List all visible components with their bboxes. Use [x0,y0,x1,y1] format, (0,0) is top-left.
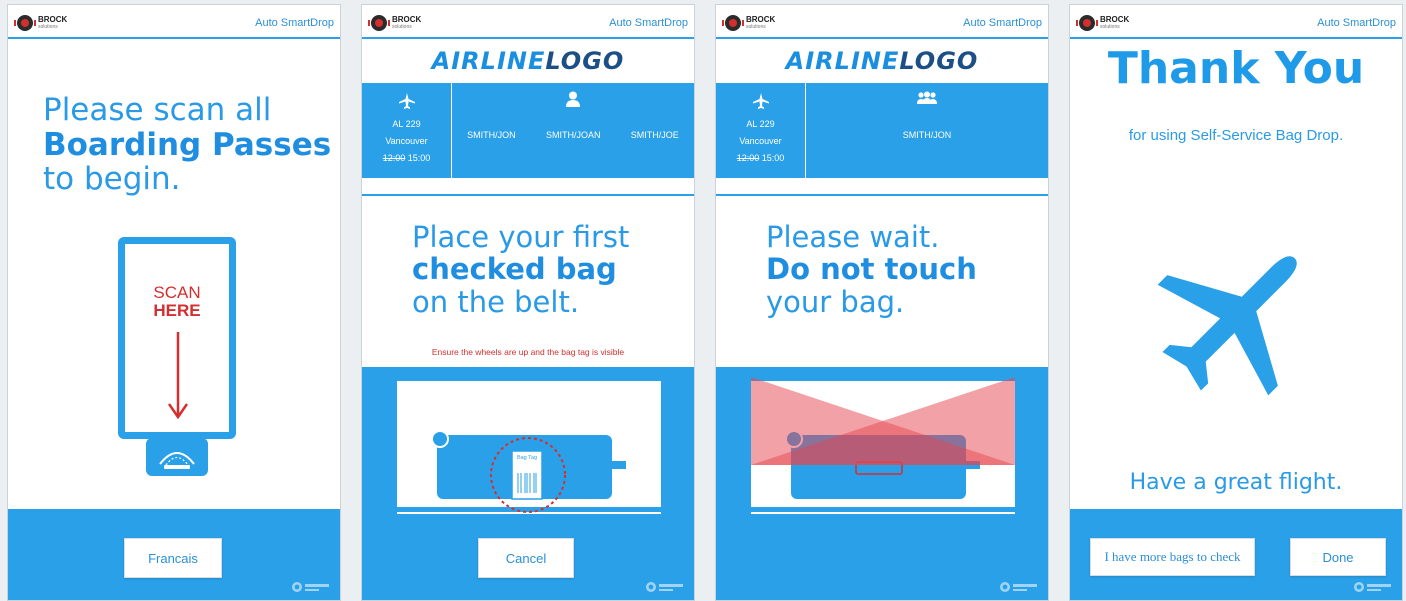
brock-watermark-icon [646,582,683,592]
brock-watermark-icon [1354,582,1391,592]
passenger-name: SMITH/JON [467,130,516,140]
brand-sub: solutions [1100,24,1120,30]
brock-watermark-icon [292,582,329,592]
flight-number: AL 229 [746,119,775,129]
francais-button[interactable]: Francais [124,538,222,578]
thank-you-title: Thank You [1107,43,1365,94]
scanner-illustration: SCAN HERE [118,237,236,439]
airline-logo: AIRLINELOGO [785,47,979,75]
brock-logo-icon [722,15,744,31]
flight-city: Vancouver [385,136,428,146]
passenger-list: SMITH/JON [806,83,1048,178]
old-time: 12:00 [382,153,406,163]
bottom-bar: I have more bags to check Done [1070,509,1402,600]
brand-sub: solutions [746,24,766,30]
divider [362,194,694,196]
instruction-line-1: Place your first [412,220,630,254]
instruction-line-2: checked bag [412,252,617,287]
new-time: 15:00 [761,153,785,163]
flight-info: AL 229 Vancouver 12:00 15:00 [362,83,452,178]
airplane-icon [1157,256,1297,396]
brock-watermark-icon [1000,582,1037,592]
brand-sub: solutions [38,24,58,30]
person-icon [566,91,580,107]
top-bar: BROCK solutions Auto SmartDrop [8,5,340,39]
thank-you-subtitle: for using Self-Service Bag Drop. [1128,127,1344,144]
closing-message: Have a great flight. [1129,470,1343,495]
brand-name: BROCK [392,15,422,24]
brand-name: BROCK [1100,15,1130,24]
flight-time: 12:00 15:00 [716,153,805,163]
flight-info: AL 229 Vancouver 12:00 15:00 [716,83,806,178]
instruction-line-1: Please wait. [766,220,940,254]
plane-icon [753,93,769,109]
wait-instruction: Please wait. Do not touch your bag. [766,220,977,319]
instruction-line-3: to begin. [43,161,181,198]
flight-time: 12:00 15:00 [362,153,451,163]
group-icon [917,91,937,104]
bottom-bar [716,509,1048,600]
warning-text: Ensure the wheels are up and the bag tag… [431,347,625,357]
top-bar: BROCK solutions Auto SmartDrop [1070,5,1402,39]
app-name: Auto SmartDrop [963,17,1042,29]
instruction-line-3: your bag. [766,284,905,319]
airline-logo: AIRLINELOGO [431,47,625,75]
flight-band: AL 229 Vancouver 12:00 15:00 SMITH/JON S… [362,83,694,178]
scan-instruction: Please scan all Boarding Passes to begin… [43,93,331,197]
top-bar: BROCK solutions Auto SmartDrop [362,5,694,39]
screen-thank-you: BROCK solutions Auto SmartDrop Thank You… [1069,4,1403,601]
brand-sub: solutions [392,24,412,30]
bag-instruction: Place your first checked bag on the belt… [412,220,630,319]
app-name: Auto SmartDrop [609,17,688,29]
flight-band: AL 229 Vancouver 12:00 15:00 SMITH/JON [716,83,1048,178]
app-name: Auto SmartDrop [255,17,334,29]
divider [716,194,1048,196]
bottom-bar: Cancel [362,509,694,600]
passenger-list: SMITH/JON SMITH/JOAN SMITH/JOE [452,83,694,178]
screen-place-bag: BROCK solutions Auto SmartDrop AIRLINELO… [361,4,695,601]
scan-here-label: SCAN HERE [153,283,201,320]
screen-scan-boarding-pass: BROCK solutions Auto SmartDrop Please sc… [7,4,341,601]
brock-logo-icon [1076,15,1098,31]
flight-city: Vancouver [739,136,782,146]
instruction-line-3: on the belt. [412,284,580,319]
bottom-bar: Francais [8,509,340,600]
instruction-line-1: Please scan all [43,92,272,128]
top-bar: BROCK solutions Auto SmartDrop [716,5,1048,39]
bag-on-belt-illustration [397,430,661,514]
flight-number: AL 229 [392,119,421,129]
brock-logo-icon [14,15,36,31]
passenger-name: SMITH/JOAN [545,130,601,140]
bag-tag-label: Bag Tag [516,455,538,461]
passenger-names: SMITH/JON SMITH/JOAN SMITH/JOE [452,130,694,140]
app-name: Auto SmartDrop [1317,17,1396,29]
instruction-line-2: Do not touch [766,252,977,287]
screen-please-wait: BROCK solutions Auto SmartDrop AIRLINELO… [715,4,1049,601]
arrow-down-icon [168,332,188,420]
instruction-line-2: Boarding Passes [43,126,332,163]
plane-icon [399,93,415,109]
passenger-name: SMITH/JON [902,130,952,140]
passenger-name: SMITH/JOE [630,130,679,140]
brock-logo-icon [368,15,390,31]
done-button[interactable]: Done [1290,538,1386,576]
more-bags-button[interactable]: I have more bags to check [1090,538,1255,576]
brand-name: BROCK [746,15,776,24]
passenger-names: SMITH/JON [806,130,1048,140]
bag-scan-illustration [751,377,1015,514]
brand-name: BROCK [38,15,68,24]
scanner-reader-icon [146,438,208,476]
cancel-button[interactable]: Cancel [478,538,574,578]
new-time: 15:00 [407,153,431,163]
old-time: 12:00 [736,153,760,163]
